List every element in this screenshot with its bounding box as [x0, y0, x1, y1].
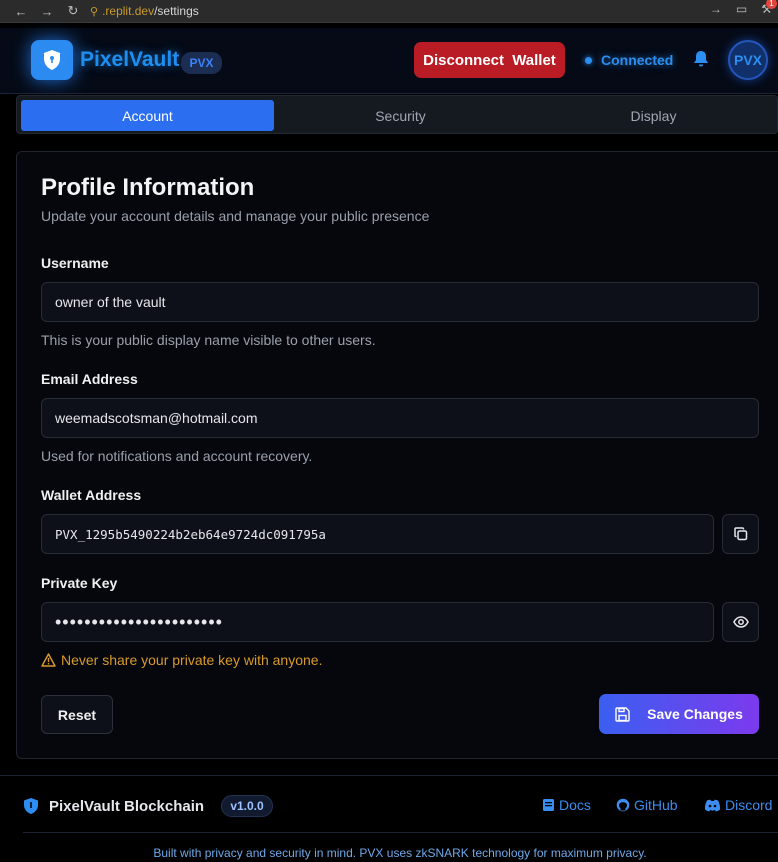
- warning-text: Never share your private key with anyone…: [61, 652, 323, 668]
- url-path: /settings: [154, 4, 199, 18]
- wallet-address-field[interactable]: PVX_1295b5490224b2eb64e9724dc091795a: [41, 514, 714, 554]
- username-help: This is your public display name visible…: [41, 332, 376, 348]
- private-key-warning: Never share your private key with anyone…: [41, 652, 322, 668]
- username-field[interactable]: owner of the vault: [41, 282, 759, 322]
- save-changes-button[interactable]: Save Changes: [599, 694, 759, 734]
- private-key-label: Private Key: [41, 575, 118, 591]
- connection-status: Connected: [585, 52, 673, 68]
- email-label: Email Address: [41, 371, 138, 387]
- extension-badge: 1: [766, 0, 777, 9]
- shield-icon: [44, 50, 60, 70]
- discord-link-label: Discord: [725, 797, 773, 813]
- status-label: Connected: [601, 52, 674, 68]
- eye-icon: [732, 616, 749, 628]
- forward-icon[interactable]: →: [34, 4, 60, 19]
- app-header: PixelVault PVX Disconnect Wallet Connect…: [0, 28, 778, 94]
- email-help: Used for notifications and account recov…: [41, 448, 313, 464]
- email-field[interactable]: weemadscotsman@hotmail.com: [41, 398, 759, 438]
- avatar[interactable]: PVX: [728, 40, 768, 80]
- brand-name: PixelVault: [80, 48, 180, 71]
- copy-icon: [733, 527, 747, 541]
- docs-link-label: Docs: [559, 797, 591, 813]
- reload-icon[interactable]: ↻: [60, 3, 86, 19]
- bell-icon[interactable]: [692, 50, 710, 73]
- tab-account[interactable]: Account: [21, 100, 274, 131]
- site-info-icon[interactable]: ⚲: [90, 5, 98, 18]
- warning-icon: [41, 653, 56, 667]
- github-link[interactable]: GitHub: [616, 797, 678, 813]
- footer-tagline: Built with privacy and security in mind.…: [153, 846, 647, 860]
- status-dot: [585, 56, 592, 64]
- footer-brand: PixelVault Blockchain: [23, 797, 204, 815]
- tab-security[interactable]: Security: [274, 100, 527, 131]
- private-key-field[interactable]: •••••••••••••••••••••••: [41, 602, 714, 642]
- back-icon[interactable]: ←: [8, 4, 34, 19]
- url-host: .replit.dev: [102, 4, 155, 18]
- wallet-label: Wallet Address: [41, 487, 142, 503]
- footer-divider-bottom: [23, 832, 778, 833]
- page-title: Profile Information: [41, 174, 255, 201]
- footer-brand-name: PixelVault Blockchain: [49, 797, 205, 815]
- address-bar[interactable]: ⚲ .replit.dev /settings: [90, 4, 199, 18]
- discord-icon: [704, 799, 721, 811]
- logo[interactable]: [31, 40, 73, 80]
- save-label: Save Changes: [647, 706, 743, 722]
- github-link-label: GitHub: [634, 797, 678, 813]
- docs-icon: [543, 799, 554, 811]
- footer-divider: [0, 775, 778, 776]
- discord-link[interactable]: Discord: [704, 797, 772, 813]
- monitor-icon[interactable]: ▭: [736, 2, 747, 16]
- shield-icon: [24, 798, 38, 814]
- extension-icon[interactable]: ⚒ 1: [761, 0, 777, 16]
- brand-badge: PVX: [181, 52, 222, 74]
- save-icon: [615, 706, 630, 722]
- version-badge: v1.0.0: [221, 795, 273, 817]
- reset-button[interactable]: Reset: [41, 695, 113, 734]
- docs-link[interactable]: Docs: [542, 797, 591, 813]
- arrow-right-icon[interactable]: →: [710, 2, 722, 16]
- tab-display[interactable]: Display: [527, 100, 778, 131]
- github-icon: [616, 798, 630, 812]
- copy-wallet-button[interactable]: [722, 514, 759, 554]
- username-label: Username: [41, 255, 109, 271]
- settings-tabs: Account Security Display: [16, 95, 778, 134]
- reveal-key-button[interactable]: [722, 602, 759, 642]
- page-subtitle: Update your account details and manage y…: [41, 208, 430, 224]
- disconnect-wallet-button[interactable]: Disconnect Wallet: [414, 42, 565, 78]
- browser-toolbar: ← → ↻ ⚲ .replit.dev /settings → ▭ ⚒ 1: [0, 0, 778, 23]
